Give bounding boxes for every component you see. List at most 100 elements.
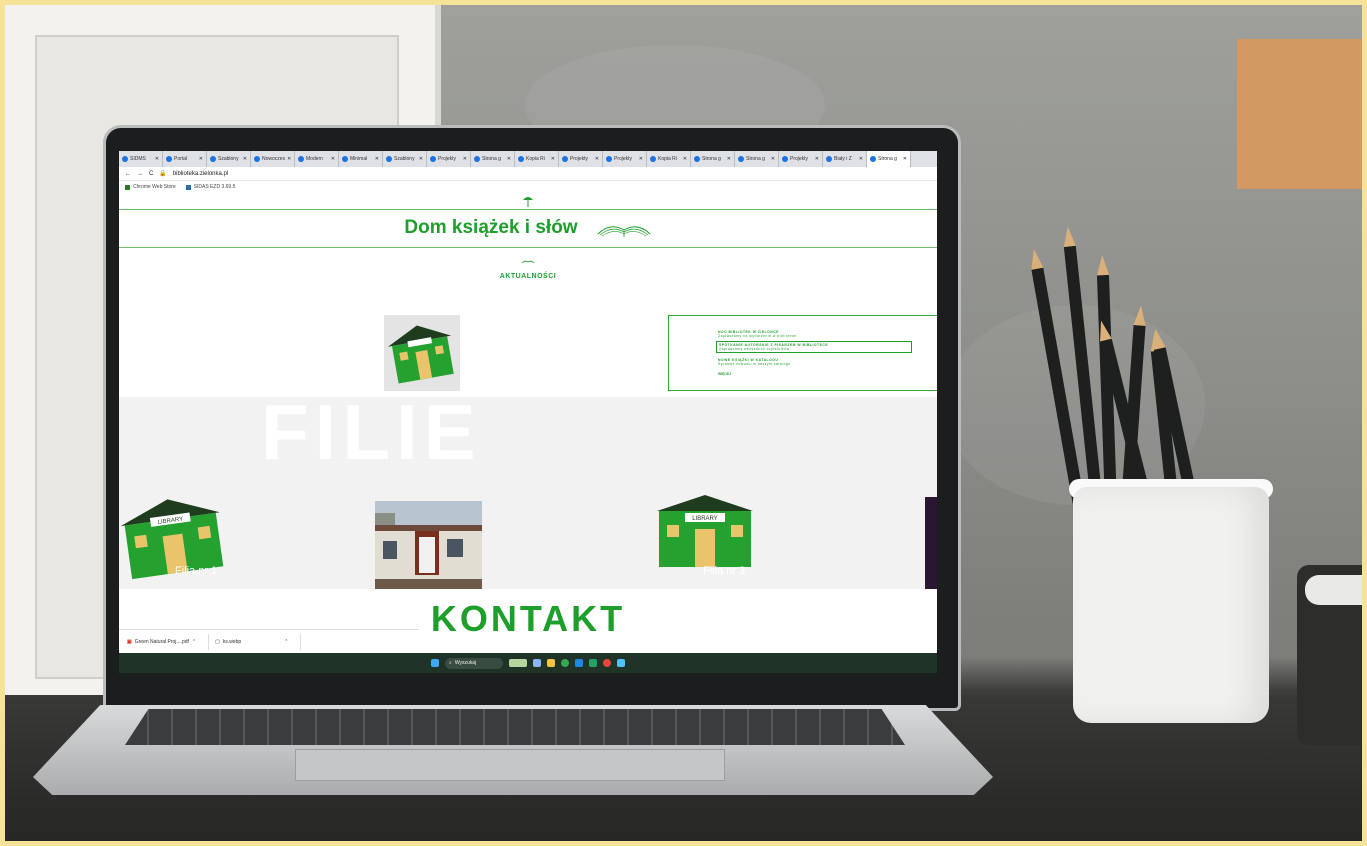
tab-favicon-icon [342, 156, 348, 162]
tab-favicon-icon [210, 156, 216, 162]
close-icon[interactable]: ✕ [683, 156, 687, 162]
bookmarks-bar: Chrome Web Store SIDAS EZD 3.69.5 [119, 181, 937, 193]
browser-tab[interactable]: Projekty ✕ [559, 151, 603, 167]
close-icon[interactable]: ✕ [507, 156, 511, 162]
url-text[interactable]: biblioteka.zielonka.pl [173, 171, 228, 177]
chevron-up-icon[interactable]: ⌃ [192, 639, 196, 645]
branch-label: Filia nr 1 [175, 565, 218, 577]
download-item[interactable]: ▣ Green Natural Proj....pdf ⌃ [127, 633, 210, 650]
chrome-icon[interactable] [561, 659, 569, 667]
tab-favicon-icon [870, 156, 876, 162]
branch-label: Filia nr 3 [703, 565, 746, 577]
tab-favicon-icon [650, 156, 656, 162]
close-icon[interactable]: ✕ [155, 156, 159, 162]
close-icon[interactable]: ✕ [771, 156, 775, 162]
task-view-icon[interactable] [533, 659, 541, 667]
browser-tab[interactable]: SIDMS ✕ [119, 151, 163, 167]
close-icon[interactable]: ✕ [375, 156, 379, 162]
close-icon[interactable]: ✕ [595, 156, 599, 162]
tab-label: Projekty [614, 156, 633, 162]
branch-card-3[interactable]: LIBRARY Filia nr 3 [651, 495, 759, 585]
browser-tab[interactable]: Strona g ✕ [867, 151, 911, 167]
close-icon[interactable]: ✕ [463, 156, 467, 162]
news-item-highlighted[interactable]: SPOTKANIE AUTORSKIE Z PISARZEM W BIBLIOT… [716, 341, 912, 353]
branch-building-photo [375, 501, 482, 589]
widgets-icon[interactable] [509, 659, 527, 667]
chevron-up-icon[interactable]: ⌃ [284, 639, 288, 645]
close-icon[interactable]: ✕ [903, 156, 907, 162]
branches-heading: FILIE [261, 388, 482, 476]
tree-icon [523, 197, 533, 207]
tab-favicon-icon [518, 156, 524, 162]
branch-card-2[interactable] [375, 501, 482, 589]
close-icon[interactable]: ✕ [815, 156, 819, 162]
branch-card-1[interactable]: LIBRARY Filia nr 1 [119, 491, 227, 581]
browser-tab[interactable]: Biały i Z ✕ [823, 151, 867, 167]
reload-icon[interactable]: C [149, 171, 153, 177]
windows-start-icon[interactable] [431, 659, 439, 667]
browser-tab[interactable]: Kopia Ri ✕ [515, 151, 559, 167]
browser-tab[interactable]: Portal ✕ [163, 151, 207, 167]
tab-label: Kopia Ri [658, 156, 677, 162]
browser-tab[interactable]: Nowoczes ✕ [251, 151, 295, 167]
edge-icon[interactable] [575, 659, 583, 667]
site-hero: Dom książek i słów [119, 209, 937, 248]
browser-tab[interactable]: Projekty ✕ [779, 151, 823, 167]
sidas-icon [185, 184, 191, 190]
browser-tab[interactable]: Minimal ✕ [339, 151, 383, 167]
taskbar-search[interactable]: ⌕ Wyszukaj [445, 657, 503, 669]
browser-tab[interactable]: Projekty ✕ [603, 151, 647, 167]
close-icon[interactable]: ✕ [287, 156, 291, 162]
browser-tab[interactable]: Szablony ✕ [207, 151, 251, 167]
app-icon[interactable] [617, 659, 625, 667]
excel-icon[interactable] [589, 659, 597, 667]
news-heading: AKTUALNOŚCI [499, 273, 557, 280]
browser-tab[interactable]: Kopia Ri ✕ [647, 151, 691, 167]
pdf-icon: ▣ [127, 638, 132, 645]
close-icon[interactable]: ✕ [199, 156, 203, 162]
tab-favicon-icon [562, 156, 568, 162]
news-panel: NOC BIBLIOTEK W ZIELONCE Zapraszamy na w… [668, 315, 937, 391]
news-item[interactable]: NOWE KSIĄŻKI W KATALOGU Sprawdź nowości … [718, 358, 918, 366]
news-more-link[interactable]: WIĘCEJ [718, 372, 731, 376]
bookmark-chrome-web-store[interactable]: Chrome Web Store [125, 184, 176, 190]
browser-tab[interactable]: Strona g ✕ [471, 151, 515, 167]
notebook-page [1305, 575, 1362, 605]
browser-tab[interactable]: Szablony ✕ [383, 151, 427, 167]
tab-label: Kopia Ri [526, 156, 545, 162]
download-item[interactable]: ▢ ks.webp ⌃ [215, 633, 302, 650]
tab-label: Projekty [570, 156, 589, 162]
open-book-icon [597, 226, 650, 237]
back-icon[interactable]: ← [125, 171, 131, 177]
download-bar: ▣ Green Natural Proj....pdf ⌃ ▢ ks.webp … [119, 629, 419, 653]
browser-tab[interactable]: Projekty ✕ [427, 151, 471, 167]
browser-tab[interactable]: Strona g ✕ [735, 151, 779, 167]
forward-icon[interactable]: → [137, 171, 143, 177]
close-icon[interactable]: ✕ [859, 156, 863, 162]
tab-label: Modern [306, 156, 323, 162]
tab-favicon-icon [430, 156, 436, 162]
close-icon[interactable]: ✕ [419, 156, 423, 162]
browser-tab[interactable]: Strona g ✕ [691, 151, 735, 167]
pencil-cup [1073, 487, 1269, 723]
close-icon[interactable]: ✕ [727, 156, 731, 162]
tab-label: Portal [174, 156, 188, 162]
tab-label: Strona g [702, 156, 721, 162]
file-explorer-icon[interactable] [547, 659, 555, 667]
address-bar[interactable]: ← → C 🔒 biblioteka.zielonka.pl [119, 167, 937, 181]
app-icon[interactable] [603, 659, 611, 667]
library-building-icon [388, 325, 454, 384]
branch-card-4-partial[interactable] [925, 497, 937, 589]
bookmark-sidas[interactable]: SIDAS EZD 3.69.5 [185, 184, 235, 190]
close-icon[interactable]: ✕ [331, 156, 335, 162]
tab-label: Nowoczes [262, 156, 286, 162]
news-item[interactable]: NOC BIBLIOTEK W ZIELONCE Zapraszamy na w… [718, 330, 918, 338]
browser-tab-bar: SIDMS ✕ Portal ✕ Szablony ✕ Nowoczes ✕ Modern ✕ Mi… [119, 151, 937, 167]
tab-favicon-icon [298, 156, 304, 162]
tab-label: Biały i Z [834, 156, 852, 162]
close-icon[interactable]: ✕ [551, 156, 555, 162]
browser-tab[interactable]: Modern ✕ [295, 151, 339, 167]
close-icon[interactable]: ✕ [639, 156, 643, 162]
tab-favicon-icon [782, 156, 788, 162]
close-icon[interactable]: ✕ [243, 156, 247, 162]
